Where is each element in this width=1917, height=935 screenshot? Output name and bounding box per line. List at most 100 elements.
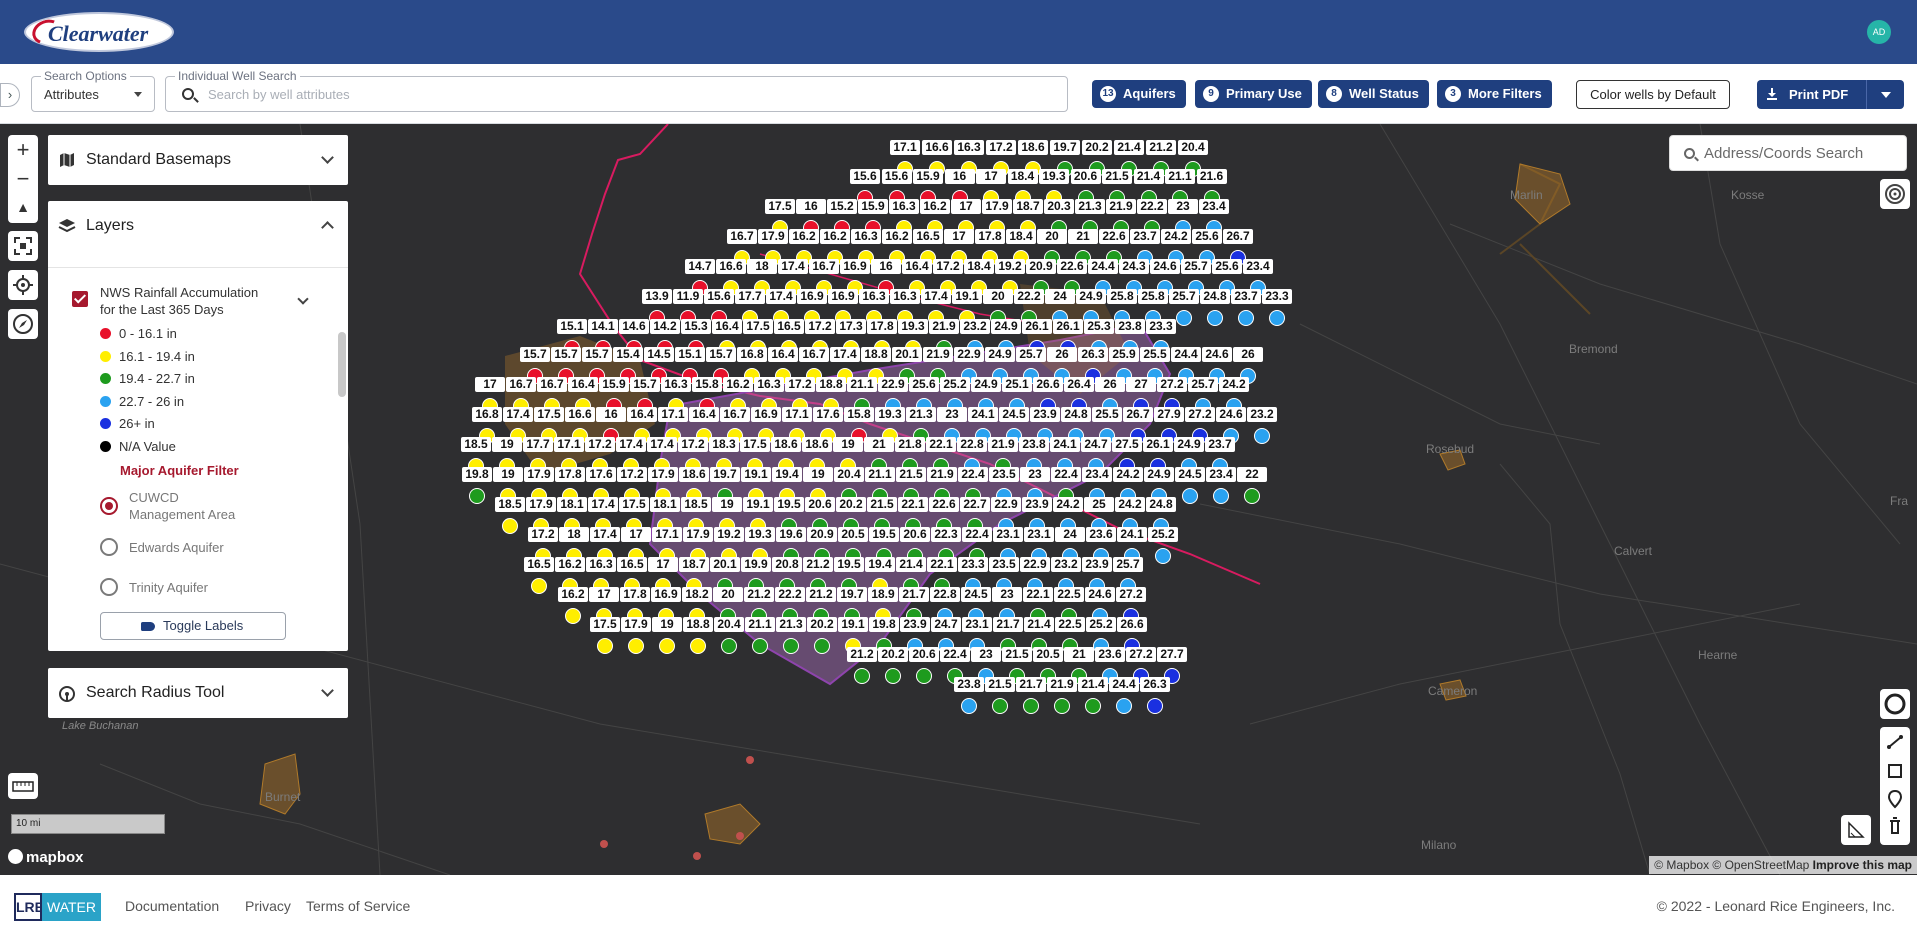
user-avatar[interactable]: AD: [1867, 20, 1891, 44]
well-dot[interactable]: [721, 638, 737, 654]
well-value-label: 21.3: [1075, 199, 1105, 214]
well-dot[interactable]: [1085, 698, 1101, 714]
improve-map-link[interactable]: Improve this map: [1813, 858, 1912, 872]
chevron-up-icon[interactable]: [321, 221, 334, 234]
layer-checkbox[interactable]: [72, 291, 88, 307]
filter-count-badge: 9: [1203, 86, 1219, 102]
well-dot[interactable]: [531, 578, 547, 594]
terms-link[interactable]: Terms of Service: [306, 898, 410, 914]
address-search-input[interactable]: Address/Coords Search: [1704, 145, 1863, 162]
scale-toggle-button[interactable]: [8, 773, 38, 799]
well-value-label: 23: [1168, 199, 1198, 214]
well-dot[interactable]: [1244, 488, 1260, 504]
search-options-select[interactable]: Search Options Attributes: [31, 69, 155, 112]
well-dot[interactable]: [565, 608, 581, 624]
layer-name-line1: NWS Rainfall Accumulation: [100, 285, 259, 300]
well-dot[interactable]: [597, 638, 613, 654]
well-value-label: 21.3: [906, 407, 936, 422]
well-dot[interactable]: [854, 668, 870, 684]
well-dot[interactable]: [690, 638, 706, 654]
well-dot[interactable]: [1176, 310, 1192, 326]
well-dot[interactable]: [1269, 310, 1285, 326]
well-dot[interactable]: [1116, 698, 1132, 714]
download-icon: [1767, 88, 1777, 100]
aquifer-radio-edwards[interactable]: [100, 538, 118, 556]
more-filters-button[interactable]: 3 More Filters: [1437, 80, 1552, 108]
well-dot[interactable]: [1182, 488, 1198, 504]
toggle-labels-label: Toggle Labels: [163, 618, 244, 633]
zoom-in-button[interactable]: +: [8, 135, 38, 164]
well-dot[interactable]: [1238, 310, 1254, 326]
basemaps-panel[interactable]: Standard Basemaps: [48, 135, 348, 185]
chevron-down-icon[interactable]: [321, 151, 334, 164]
well-dot[interactable]: [1054, 698, 1070, 714]
well-dot[interactable]: [469, 488, 485, 504]
panel-scrollbar[interactable]: [338, 332, 346, 397]
well-search-field[interactable]: Individual Well Search Search by well at…: [165, 69, 1068, 112]
well-dot[interactable]: [992, 698, 1008, 714]
zoom-out-button[interactable]: −: [8, 164, 38, 193]
lre-water-logo[interactable]: LRE WATER: [14, 893, 101, 921]
well-dot[interactable]: [1207, 310, 1223, 326]
documentation-link[interactable]: Documentation: [125, 898, 219, 914]
well-value-label: 18.4: [1006, 229, 1036, 244]
well-dot[interactable]: [916, 668, 932, 684]
primary-use-filter-button[interactable]: 9 Primary Use: [1195, 80, 1312, 108]
chevron-down-icon[interactable]: [1881, 92, 1891, 98]
well-value-label: 17.9: [648, 467, 678, 482]
fullscreen-button[interactable]: [8, 231, 38, 261]
layer-name: NWS Rainfall Accumulation for the Last 3…: [100, 284, 258, 318]
well-value-label: 15.2: [827, 199, 857, 214]
well-value-label: 25.6: [1212, 259, 1242, 274]
well-dot[interactable]: [885, 668, 901, 684]
well-dot[interactable]: [752, 638, 768, 654]
well-dot[interactable]: [1023, 698, 1039, 714]
well-value-label: 22.6: [929, 497, 959, 512]
well-dot[interactable]: [1155, 548, 1171, 564]
well-value-label: 19.4: [865, 557, 895, 572]
address-search-box[interactable]: Address/Coords Search: [1669, 135, 1907, 171]
well-dot[interactable]: [961, 698, 977, 714]
well-search-input[interactable]: Search by well attributes: [208, 87, 350, 102]
well-value-label: 24.8: [1146, 497, 1176, 512]
print-pdf-button[interactable]: Print PDF: [1757, 80, 1904, 109]
color-wells-button[interactable]: Color wells by Default: [1576, 80, 1730, 109]
privacy-link[interactable]: Privacy: [245, 898, 291, 914]
well-dot[interactable]: [1213, 488, 1229, 504]
well-dot[interactable]: [1254, 428, 1270, 444]
measure-button[interactable]: [1841, 815, 1871, 845]
aquifer-radio-trinity[interactable]: [100, 578, 118, 596]
draw-circle-button[interactable]: [1880, 689, 1910, 719]
well-value-label: 21.5: [985, 677, 1015, 692]
well-value-label: 16.9: [797, 289, 827, 304]
search-radius-panel[interactable]: Search Radius Tool: [48, 668, 348, 718]
clearwater-logo[interactable]: Clearwater: [24, 12, 174, 52]
well-dot[interactable]: [502, 518, 518, 534]
well-value-label: 20.2: [878, 647, 908, 662]
well-value-label: 23.6: [1095, 647, 1125, 662]
aquifer-radio-cuwcd[interactable]: [100, 497, 118, 515]
layers-header[interactable]: Layers: [48, 201, 348, 251]
chevron-down-icon[interactable]: [321, 684, 334, 697]
well-dot[interactable]: [783, 638, 799, 654]
well-value-label: 18.5: [681, 497, 711, 512]
radar-layer-button[interactable]: [1880, 179, 1910, 209]
compass-reset-button[interactable]: ▲: [8, 193, 38, 222]
well-dot[interactable]: [1147, 698, 1163, 714]
well-value-label: 19.5: [774, 497, 804, 512]
well-dot[interactable]: [814, 638, 830, 654]
aquifer-label-line2: Management Area: [129, 507, 236, 522]
well-dot[interactable]: [659, 638, 675, 654]
mapbox-logo[interactable]: mapbox: [8, 849, 84, 866]
well-value-label: 16.2: [882, 229, 912, 244]
legend-label: N/A Value: [119, 438, 176, 454]
well-status-filter-button[interactable]: 8 Well Status: [1318, 80, 1429, 108]
aquifers-filter-button[interactable]: 13 Aquifers: [1092, 80, 1186, 108]
well-value-label: 21.1: [1165, 169, 1195, 184]
well-value-label: 18.8: [816, 377, 846, 392]
geolocate-button[interactable]: [8, 270, 38, 300]
compass-button[interactable]: [8, 309, 38, 339]
well-dot[interactable]: [628, 638, 644, 654]
toggle-labels-button[interactable]: Toggle Labels: [100, 612, 286, 640]
well-value-label: 22.8: [957, 437, 987, 452]
